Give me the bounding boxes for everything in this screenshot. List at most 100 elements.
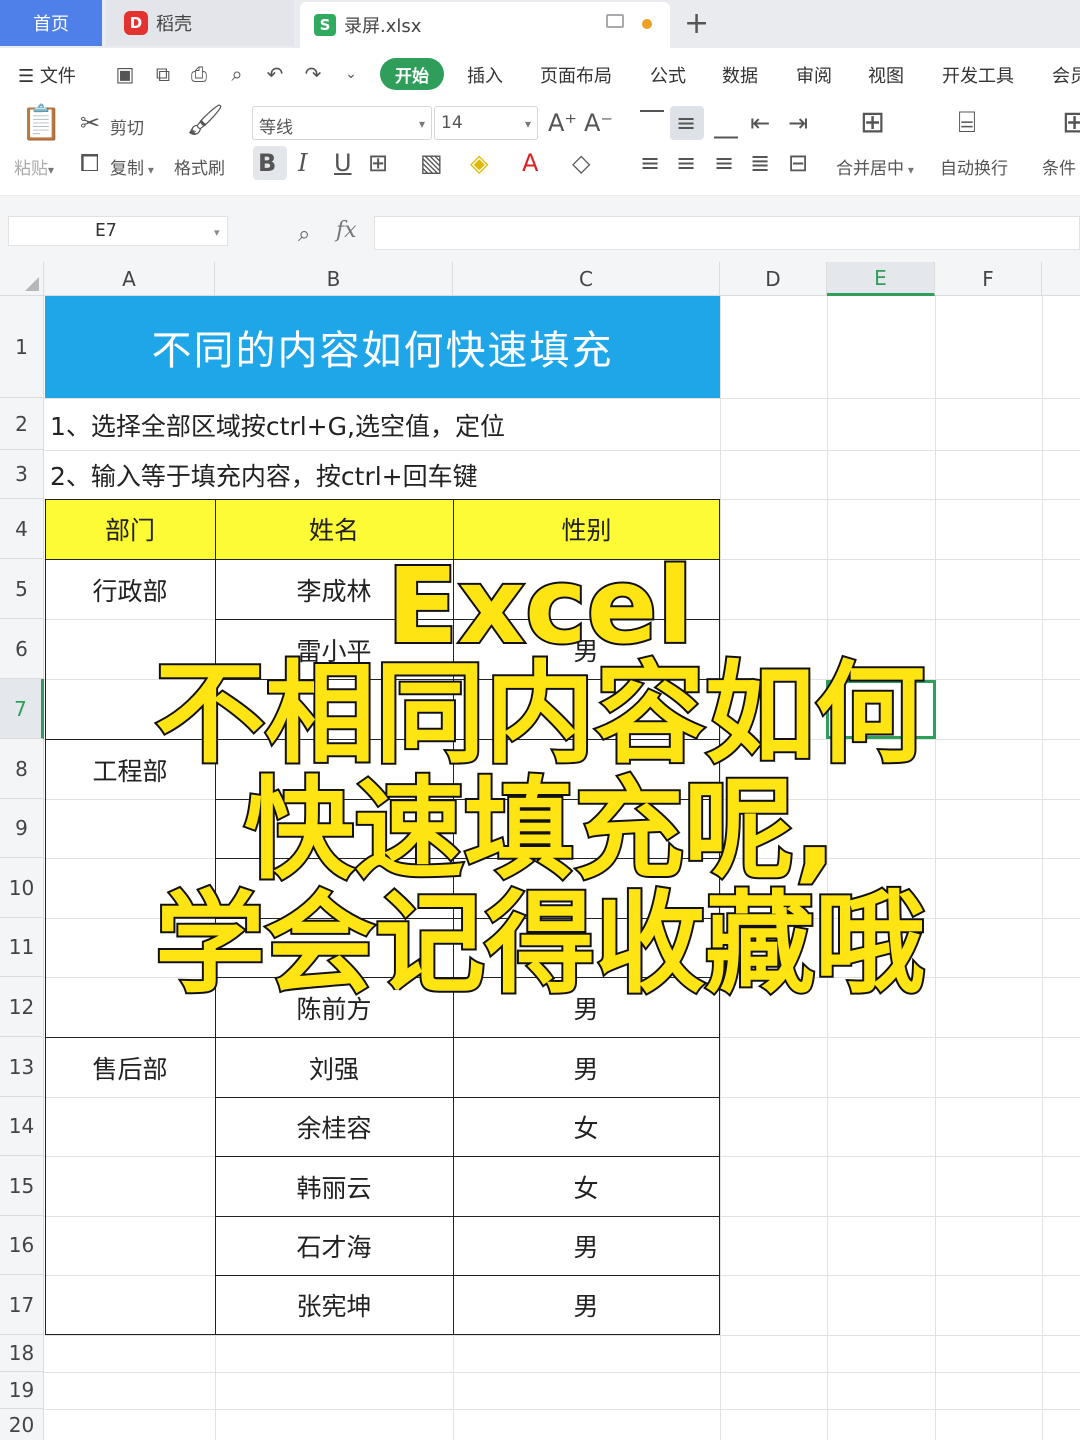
menu-tab-home[interactable]: 开始: [380, 58, 444, 90]
cell-gender[interactable]: 男: [453, 1038, 719, 1097]
justify-icon[interactable]: ≣: [750, 150, 770, 176]
cut-button[interactable]: 剪切: [110, 114, 144, 139]
row-header[interactable]: 15: [0, 1156, 44, 1216]
increase-indent-icon[interactable]: ⇥: [788, 110, 808, 136]
save-icon[interactable]: ▣: [114, 63, 136, 85]
italic-icon[interactable]: I: [298, 150, 307, 176]
row-header[interactable]: 17: [0, 1275, 44, 1335]
conditional-format-button[interactable]: 条件: [1042, 154, 1076, 179]
name-box-caret-icon[interactable]: ▾: [214, 226, 220, 239]
menu-tab-member[interactable]: 会员: [1052, 62, 1080, 88]
unsaved-dot-icon: [642, 19, 652, 29]
fill-color-icon[interactable]: ◈: [470, 150, 488, 176]
formula-input[interactable]: [374, 216, 1080, 250]
select-all-corner[interactable]: [0, 262, 44, 296]
clear-format-icon[interactable]: ◇: [572, 150, 590, 176]
copy-button[interactable]: 复制 ▾: [110, 154, 154, 179]
menu-tab-review[interactable]: 审阅: [796, 62, 832, 88]
align-right-icon[interactable]: ≡: [714, 150, 734, 176]
align-top-icon[interactable]: ⎺: [640, 108, 664, 134]
menu-tab-insert[interactable]: 插入: [467, 62, 503, 88]
cell-gender[interactable]: 男: [453, 1276, 719, 1334]
conditional-format-icon: ⊞: [1062, 105, 1080, 140]
row-header[interactable]: 2: [0, 398, 44, 450]
merge-center-button[interactable]: 合并居中 ▾: [836, 154, 914, 179]
cell-name[interactable]: 刘强: [215, 1038, 453, 1097]
quick-access-more-icon[interactable]: ⌄: [340, 63, 362, 85]
table-border: [45, 1334, 720, 1335]
export-icon[interactable]: ⧉: [152, 63, 174, 85]
print-icon[interactable]: ⎙: [188, 63, 210, 85]
new-tab-plus-icon[interactable]: +: [684, 6, 709, 41]
column-header-d[interactable]: D: [720, 262, 827, 296]
menu-tab-page-layout[interactable]: 页面布局: [540, 62, 612, 88]
underline-icon[interactable]: U: [334, 150, 352, 176]
caption-line: 学会记得收藏哦: [153, 880, 927, 1008]
cell-gender[interactable]: 女: [453, 1098, 719, 1156]
column-header-c[interactable]: C: [453, 262, 720, 296]
column-header-f[interactable]: F: [935, 262, 1042, 296]
row-header[interactable]: 1: [0, 296, 44, 398]
column-header-b[interactable]: B: [215, 262, 453, 296]
align-left-icon[interactable]: ≡: [640, 150, 660, 176]
merge-cells-icon: ⊞: [860, 105, 886, 140]
wrap-text-button[interactable]: 自动换行: [940, 154, 1008, 179]
cell-name[interactable]: 石才海: [215, 1217, 453, 1275]
fx-icon[interactable]: fx: [336, 218, 357, 243]
undo-icon[interactable]: ↶: [264, 63, 286, 85]
column-header-a[interactable]: A: [44, 262, 215, 296]
font-name-select[interactable]: 等线 ▾: [252, 106, 432, 140]
menu-tab-developer[interactable]: 开发工具: [942, 62, 1014, 88]
instruction-step-2[interactable]: 2、输入等于填充内容，按ctrl+回车键: [50, 451, 478, 499]
align-middle-icon[interactable]: ≡: [676, 110, 696, 136]
instruction-step-1[interactable]: 1、选择全部区域按ctrl+G,选空值，定位: [50, 399, 505, 450]
border-icon[interactable]: ⊞: [368, 150, 388, 176]
paste-button[interactable]: 粘贴▾: [14, 154, 54, 179]
print-preview-icon[interactable]: ⌕: [226, 63, 248, 85]
tab-file-label: 录屏.xlsx: [344, 16, 422, 37]
row-header[interactable]: 16: [0, 1216, 44, 1275]
cell-gender[interactable]: 女: [453, 1157, 719, 1216]
menu-tab-view[interactable]: 视图: [868, 62, 904, 88]
redo-icon[interactable]: ↷: [302, 63, 324, 85]
row-header[interactable]: 20: [0, 1409, 44, 1440]
zoom-icon[interactable]: ⌕: [298, 222, 310, 247]
cell-department[interactable]: 售后部: [45, 1038, 215, 1097]
fill-pattern-icon[interactable]: ▧: [420, 150, 443, 176]
bold-icon[interactable]: B: [258, 150, 276, 176]
font-size-select[interactable]: 14 ▾: [434, 106, 538, 140]
cell-name[interactable]: 韩丽云: [215, 1157, 453, 1216]
row-header[interactable]: 18: [0, 1335, 44, 1372]
row-header[interactable]: 19: [0, 1372, 44, 1409]
menu-tab-formulas[interactable]: 公式: [650, 62, 686, 88]
file-menu[interactable]: ☰ 文件: [18, 62, 76, 88]
cell-name[interactable]: 余桂容: [215, 1098, 453, 1156]
caption-line: Excel: [385, 545, 695, 667]
cell-gender[interactable]: 男: [453, 1217, 719, 1275]
align-center-icon[interactable]: ≡: [676, 150, 696, 176]
tab-daoke[interactable]: D 稻壳: [106, 0, 294, 46]
name-box[interactable]: E7: [8, 216, 228, 246]
decrease-indent-icon[interactable]: ⇤: [750, 110, 770, 136]
row-header[interactable]: 3: [0, 450, 44, 499]
tab-home[interactable]: 首页: [0, 0, 102, 46]
decrease-font-icon[interactable]: A⁻: [584, 110, 613, 136]
paste-icon[interactable]: 📋: [20, 106, 62, 140]
cell-name[interactable]: 张宪坤: [215, 1276, 453, 1334]
increase-font-icon[interactable]: A⁺: [548, 110, 577, 136]
daoke-logo-icon: D: [124, 11, 148, 35]
distribute-icon[interactable]: ⊟: [788, 150, 808, 176]
monitor-icon[interactable]: [606, 14, 624, 28]
file-menu-label: 文件: [39, 66, 76, 87]
menu-tab-data[interactable]: 数据: [722, 62, 758, 88]
row-header[interactable]: 13: [0, 1037, 44, 1097]
format-painter-button[interactable]: 格式刷: [174, 154, 225, 179]
gridline: [44, 1372, 1080, 1373]
sheet-title-cell[interactable]: 不同的内容如何快速填充: [45, 296, 720, 398]
align-bottom-icon[interactable]: ⎽: [714, 112, 738, 138]
column-header-g[interactable]: [1042, 262, 1080, 296]
tab-bar: 首页 D 稻壳 S 录屏.xlsx +: [0, 0, 1080, 48]
font-color-icon[interactable]: A: [522, 150, 538, 176]
column-header-e[interactable]: E: [827, 262, 935, 296]
row-header[interactable]: 14: [0, 1097, 44, 1156]
